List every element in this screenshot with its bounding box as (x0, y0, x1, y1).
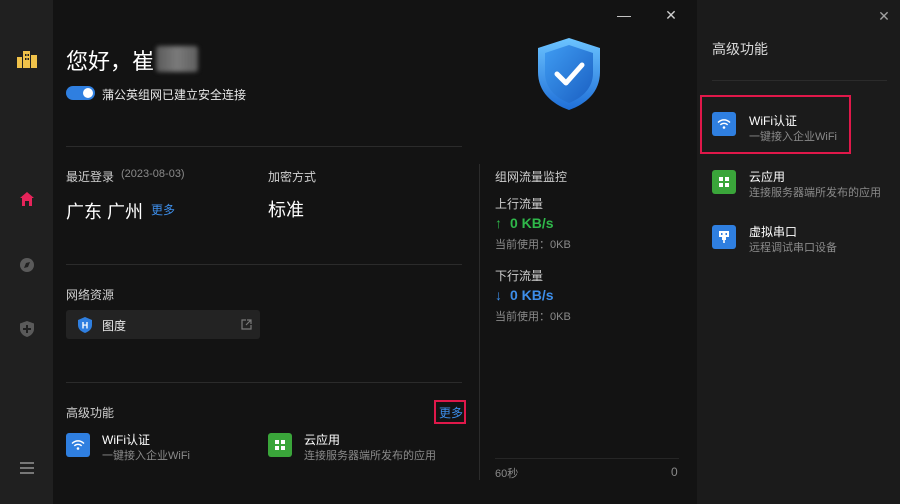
shield-plus-icon[interactable] (16, 318, 38, 340)
panel-item-title-serial[interactable]: 虚拟串口 (749, 223, 797, 240)
compass-icon[interactable] (16, 254, 38, 276)
feature-subtitle-wifi: 一键接入企业WiFi (102, 450, 190, 462)
connection-toggle[interactable] (66, 86, 95, 100)
traffic-axis-left: 60秒 (495, 468, 519, 480)
minimize-button[interactable]: — (617, 8, 631, 22)
download-value: 0 KB/s (510, 287, 554, 303)
panel-close-button[interactable]: ✕ (877, 9, 891, 23)
features-label: 高级功能 (66, 406, 115, 420)
download-arrow-icon: ↓ (495, 287, 502, 303)
greeting: 您好，崔 (66, 49, 155, 74)
redacted-username (156, 46, 198, 72)
last-login-label: 最近登录 (66, 170, 115, 184)
feature-subtitle-cloud: 连接服务器端所发布的应用 (304, 450, 436, 462)
svg-text:H: H (82, 321, 89, 331)
feature-title-wifi[interactable]: WiFi认证 (102, 431, 150, 448)
panel-item-title-wifi[interactable]: WiFi认证 (749, 112, 797, 129)
security-shield-icon (538, 38, 600, 110)
grid-icon[interactable] (712, 170, 736, 194)
wifi-icon[interactable] (712, 112, 736, 136)
buildings-icon[interactable] (16, 48, 38, 70)
panel-item-subtitle-serial: 远程调试串口设备 (749, 242, 837, 254)
resource-item[interactable]: H 图度 (66, 310, 260, 339)
download-used: 当前使用：0KB (495, 311, 571, 323)
encryption-label: 加密方式 (268, 170, 317, 184)
sidebar (0, 0, 53, 504)
features-more-link[interactable]: 更多 (439, 404, 463, 421)
grid-icon[interactable] (268, 433, 292, 457)
divider (66, 382, 462, 383)
traffic-chart-baseline (495, 458, 679, 459)
serial-port-icon[interactable] (712, 225, 736, 249)
close-button[interactable]: ✕ (664, 8, 678, 22)
login-more-link[interactable]: 更多 (151, 201, 175, 218)
divider (66, 264, 462, 265)
vertical-divider (479, 164, 480, 480)
panel-title: 高级功能 (712, 41, 768, 57)
menu-icon[interactable] (16, 457, 38, 479)
upload-arrow-icon: ↑ (495, 215, 502, 231)
resources-label: 网络资源 (66, 288, 115, 302)
connection-status: 蒲公英组网已建立安全连接 (102, 88, 247, 102)
last-login-date: (2023-08-03) (121, 168, 185, 180)
home-icon[interactable] (16, 188, 38, 210)
resource-name: 图度 (102, 319, 127, 333)
feature-title-cloud[interactable]: 云应用 (304, 431, 340, 448)
traffic-title: 组网流量监控 (495, 170, 568, 184)
upload-used: 当前使用：0KB (495, 239, 571, 251)
login-location: 广东 广州 (66, 202, 144, 222)
resource-badge-icon: H (78, 317, 92, 333)
advanced-panel: ✕ 高级功能 WiFi认证 一键接入企业WiFi 云应用 连接服务器端所发布的应… (697, 0, 900, 504)
main-panel: — ✕ 您好，崔 蒲公英组网已建立安全连接 最近登录 (2023-08-03) … (53, 0, 697, 504)
encryption-value: 标准 (268, 200, 304, 220)
upload-label: 上行流量 (495, 197, 544, 211)
panel-item-subtitle-cloud: 连接服务器端所发布的应用 (749, 187, 881, 199)
divider (66, 146, 462, 147)
panel-item-subtitle-wifi: 一键接入企业WiFi (749, 131, 837, 143)
wifi-icon[interactable] (66, 433, 90, 457)
external-link-icon[interactable] (241, 319, 252, 330)
panel-item-title-cloud[interactable]: 云应用 (749, 168, 785, 185)
divider (712, 80, 887, 81)
upload-value: 0 KB/s (510, 215, 554, 231)
traffic-axis-right: 0 (671, 465, 678, 479)
download-label: 下行流量 (495, 269, 544, 283)
